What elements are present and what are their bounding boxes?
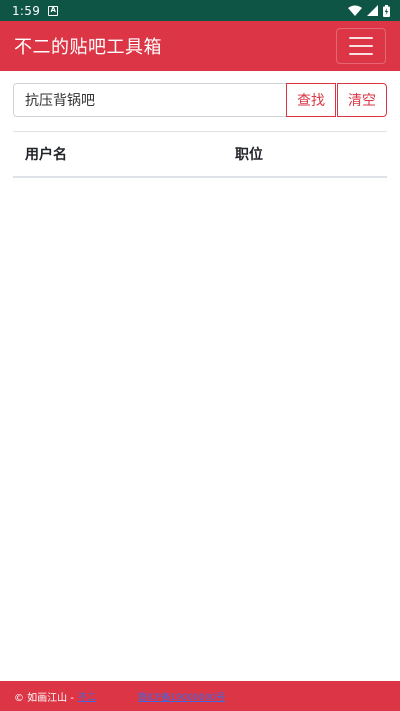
signal-icon xyxy=(367,5,378,16)
results-table: 用户名 职位 xyxy=(13,131,387,178)
search-bar: 查找 清空 xyxy=(13,83,387,117)
clear-button[interactable]: 清空 xyxy=(337,83,387,117)
author-link[interactable]: 不二 xyxy=(78,690,96,703)
status-bar: 1:59 A xyxy=(0,0,400,21)
hamburger-icon xyxy=(349,37,373,39)
search-input[interactable] xyxy=(13,83,286,117)
wifi-icon xyxy=(348,5,362,16)
icp-link[interactable]: 赣ICP备19000000号 xyxy=(138,690,225,703)
menu-toggle-button[interactable] xyxy=(336,28,386,64)
column-header-position: 职位 xyxy=(223,131,387,178)
navbar-brand[interactable]: 不二的贴吧工具箱 xyxy=(14,33,162,59)
notification-icon: A xyxy=(48,5,59,16)
footer: © 如画江山 - 不二 赣ICP备19000000号 xyxy=(0,681,400,711)
search-button[interactable]: 查找 xyxy=(286,83,336,117)
battery-charging-icon xyxy=(383,4,390,17)
table-header-row: 用户名 职位 xyxy=(13,131,387,178)
copyright-text: © 如画江山 - xyxy=(14,692,74,704)
status-time: 1:59 xyxy=(12,3,41,18)
column-header-username: 用户名 xyxy=(13,131,223,178)
navbar: 不二的贴吧工具箱 xyxy=(0,21,400,71)
